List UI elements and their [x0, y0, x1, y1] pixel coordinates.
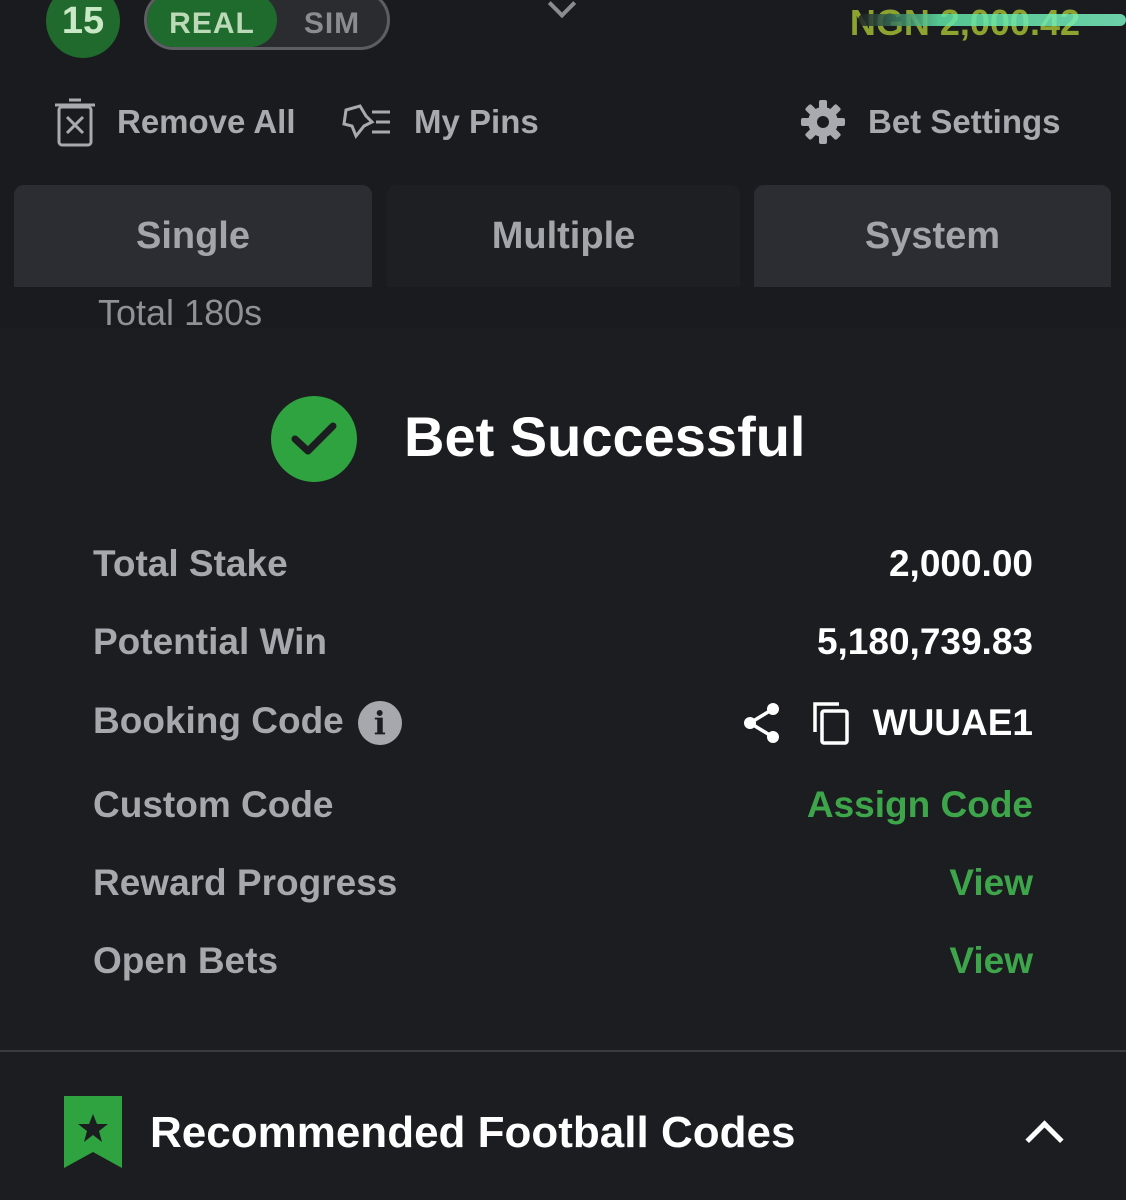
booking-code-value: WUUAE1 — [872, 702, 1033, 743]
reward-progress-view-link[interactable]: View — [949, 862, 1033, 904]
bet-settings-button[interactable]: Bet Settings — [800, 95, 1061, 149]
assign-code-link[interactable]: Assign Code — [807, 784, 1033, 826]
potential-win-label: Potential Win — [93, 621, 327, 662]
open-bets-label: Open Bets — [93, 940, 279, 981]
copy-icon[interactable] — [811, 700, 851, 746]
booking-code-value-group: WUUAE1 — [741, 700, 1033, 746]
tab-system-label: System — [864, 214, 1001, 257]
pin-list-icon — [342, 104, 390, 139]
potential-win-value: 5,180,739.83 — [816, 621, 1033, 662]
my-pins-label: My Pins — [414, 103, 539, 140]
my-pins-button[interactable]: My Pins — [342, 95, 539, 149]
custom-code-label: Custom Code — [93, 784, 334, 825]
mode-real-option[interactable]: REAL — [147, 0, 277, 47]
total-stake-value: 2,000.00 — [888, 543, 1033, 584]
tab-multiple[interactable]: Multiple — [387, 185, 740, 287]
tab-single[interactable]: Single — [14, 185, 372, 287]
real-sim-toggle[interactable]: REAL SIM — [144, 0, 390, 50]
trash-x-icon — [55, 98, 95, 147]
remove-all-label: Remove All — [117, 103, 296, 140]
check-circle-icon — [271, 396, 357, 482]
gear-icon — [801, 100, 845, 144]
info-icon[interactable]: i — [357, 701, 402, 746]
remove-all-button[interactable]: Remove All — [55, 95, 296, 149]
booking-code-row-label: Booking Code i — [93, 700, 402, 746]
reward-progress-label: Reward Progress — [93, 862, 398, 903]
mode-sim-option[interactable]: SIM — [277, 0, 387, 47]
bet-count: 15 — [61, 0, 105, 42]
bet-settings-label: Bet Settings — [868, 103, 1061, 140]
recommended-title: Recommended Football Codes — [150, 1108, 796, 1157]
tab-multiple-label: Multiple — [491, 214, 636, 257]
balance-highlight-bar — [858, 14, 1126, 26]
tab-system[interactable]: System — [754, 185, 1111, 287]
share-icon[interactable] — [741, 701, 783, 745]
open-bets-view-link[interactable]: View — [949, 940, 1033, 982]
success-title: Bet Successful — [404, 405, 806, 468]
star-bookmark-icon — [64, 1096, 122, 1168]
tab-single-label: Single — [135, 214, 251, 257]
total-stake-label: Total Stake — [93, 543, 288, 584]
booking-code-label: Booking Code — [93, 700, 344, 741]
